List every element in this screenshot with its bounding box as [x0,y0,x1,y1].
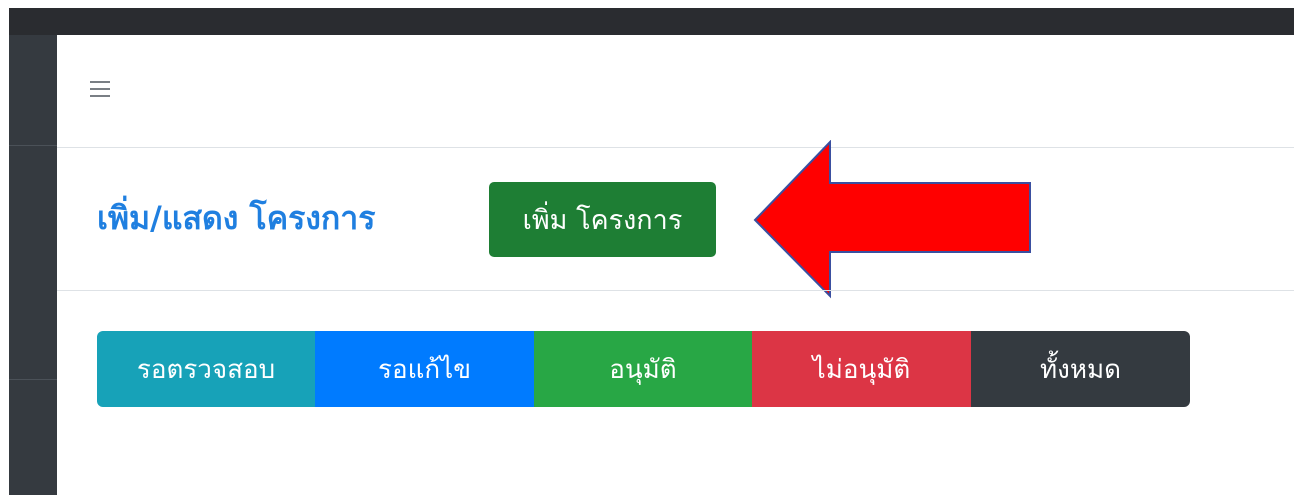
filter-pending-review-button[interactable]: รอตรวจสอบ [97,331,315,407]
page-title: เพิ่ม/แสดง โครงการ [97,199,376,237]
status-filter-group: รอตรวจสอบ รอแก้ไข อนุมัติ ไม่อนุมัติ ทั้… [97,331,1190,407]
filter-approved-button[interactable]: อนุมัติ [534,331,752,407]
filter-all-button[interactable]: ทั้งหมด [971,331,1190,407]
sidebar-divider [9,379,57,380]
header-divider [57,147,1294,148]
top-navbar [9,8,1294,35]
red-arrow-left-icon [753,140,1031,299]
sidebar-divider [9,145,57,146]
main-content [57,35,1294,495]
top-strip [0,0,1294,8]
filter-not-approved-button[interactable]: ไม่อนุมัติ [752,331,971,407]
sidebar [9,35,57,495]
section-divider [57,290,1294,291]
add-project-button[interactable]: เพิ่ม โครงการ [489,182,716,257]
filter-pending-edit-button[interactable]: รอแก้ไข [315,331,534,407]
hamburger-menu-icon[interactable] [90,78,112,98]
